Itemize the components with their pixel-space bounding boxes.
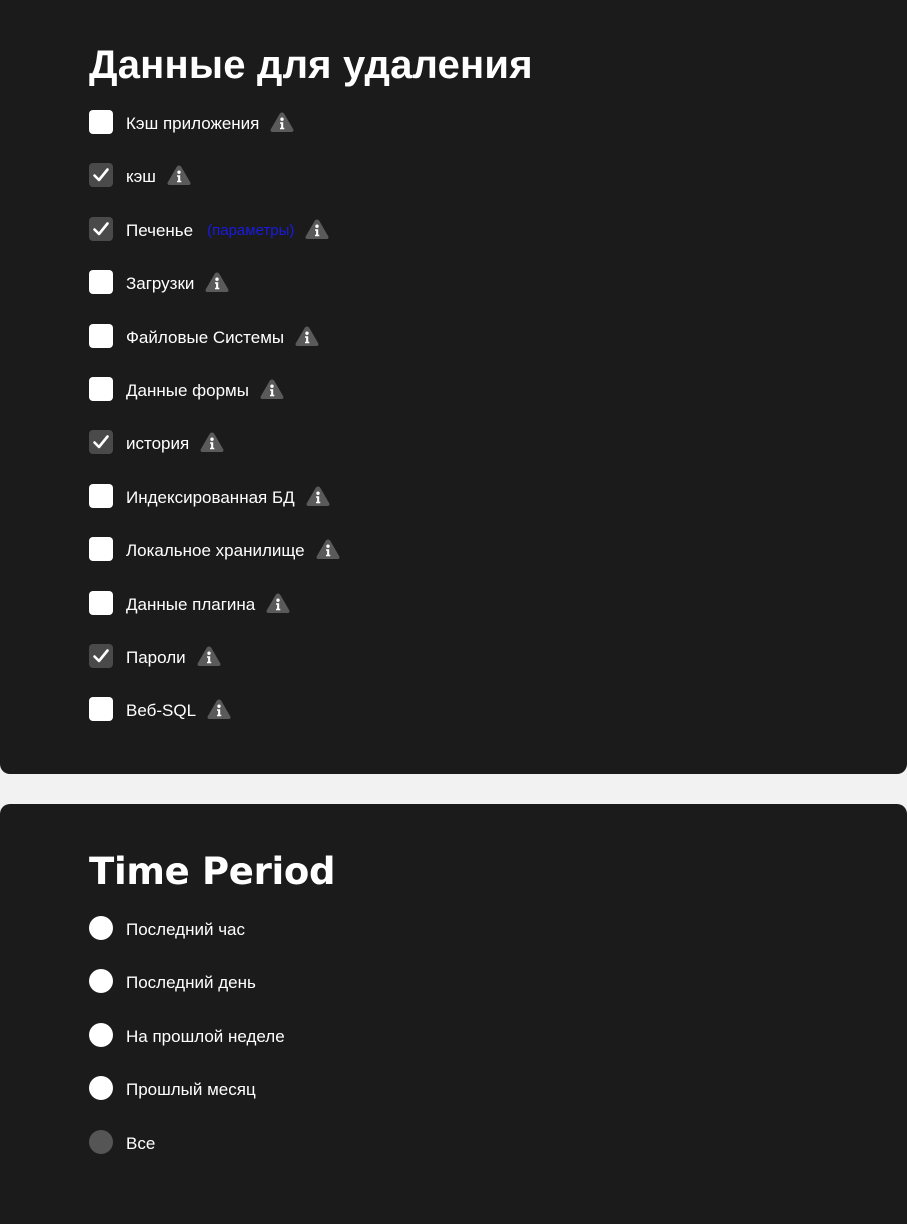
info-icon[interactable] bbox=[304, 218, 330, 240]
time-period-radio-list: Последний час Последний день На прошлой не… bbox=[89, 916, 285, 1183]
data-option-checkbox[interactable] bbox=[89, 430, 113, 455]
info-icon[interactable] bbox=[315, 538, 341, 560]
time-period-label[interactable]: Прошлый месяц bbox=[126, 1076, 256, 1104]
data-to-delete-title: Данные для удаления bbox=[89, 43, 533, 87]
time-period-panel: Time Period Последний час Последний день Н… bbox=[0, 804, 907, 1224]
time-period-title: Time Period bbox=[89, 850, 336, 893]
time-period-label[interactable]: Последний день bbox=[126, 969, 256, 997]
data-option-row: Данные формы bbox=[89, 376, 341, 430]
time-period-label[interactable]: Все bbox=[126, 1130, 155, 1158]
data-option-label[interactable]: Веб-SQL bbox=[126, 697, 196, 725]
data-option-checkbox[interactable] bbox=[89, 216, 113, 241]
data-option-checkbox[interactable] bbox=[89, 270, 113, 295]
info-icon[interactable] bbox=[294, 325, 320, 347]
cookie-settings-link[interactable]: (параметры) bbox=[207, 217, 294, 245]
data-option-label[interactable]: история bbox=[126, 430, 189, 458]
data-option-row: Файловые Системы bbox=[89, 323, 341, 377]
data-option-checkbox[interactable] bbox=[89, 483, 113, 508]
data-option-checkbox[interactable] bbox=[89, 323, 113, 348]
data-option-checkbox[interactable] bbox=[89, 643, 113, 668]
data-checkbox-list: Кэш приложения кэш Печенье (параметры) Загру… bbox=[89, 110, 341, 751]
info-icon[interactable] bbox=[206, 698, 232, 720]
data-option-row: кэш bbox=[89, 163, 341, 216]
time-period-option-row: Последний день bbox=[89, 969, 285, 1022]
time-period-radio[interactable] bbox=[89, 916, 113, 940]
time-period-label[interactable]: Последний час bbox=[126, 916, 245, 944]
data-option-row: Загрузки bbox=[89, 270, 341, 323]
data-option-checkbox[interactable] bbox=[89, 590, 113, 615]
info-icon[interactable] bbox=[269, 111, 295, 133]
time-period-option-row: Все bbox=[89, 1129, 285, 1183]
data-option-label[interactable]: Пароли bbox=[126, 644, 186, 672]
data-option-checkbox[interactable] bbox=[89, 163, 113, 188]
data-option-label[interactable]: кэш bbox=[126, 163, 156, 191]
time-period-label[interactable]: На прошлой неделе bbox=[126, 1023, 285, 1051]
checkmark-icon bbox=[93, 435, 109, 449]
checkmark-icon bbox=[93, 168, 109, 182]
time-period-option-row: На прошлой неделе bbox=[89, 1022, 285, 1076]
info-icon[interactable] bbox=[265, 592, 291, 614]
time-period-radio[interactable] bbox=[89, 1022, 113, 1047]
info-icon[interactable] bbox=[199, 431, 225, 453]
info-icon[interactable] bbox=[196, 645, 222, 667]
time-period-radio[interactable] bbox=[89, 969, 113, 994]
info-icon[interactable] bbox=[166, 164, 192, 186]
data-option-label[interactable]: Данные плагина bbox=[126, 591, 255, 619]
data-option-row: Локальное хранилище bbox=[89, 537, 341, 590]
data-option-label[interactable]: Индексированная БД bbox=[126, 484, 295, 512]
time-period-radio[interactable] bbox=[89, 1129, 113, 1154]
data-option-row: Данные плагина bbox=[89, 590, 341, 644]
time-period-option-row: Последний час bbox=[89, 916, 285, 969]
checkmark-icon bbox=[93, 221, 109, 236]
info-icon[interactable] bbox=[305, 485, 331, 507]
data-option-checkbox[interactable] bbox=[89, 537, 113, 562]
data-option-row: Печенье (параметры) bbox=[89, 216, 341, 270]
data-option-label[interactable]: Печенье bbox=[126, 217, 193, 245]
time-period-radio[interactable] bbox=[89, 1076, 113, 1101]
data-option-checkbox[interactable] bbox=[89, 376, 113, 401]
info-icon[interactable] bbox=[204, 271, 230, 293]
time-period-option-row: Прошлый месяц bbox=[89, 1076, 285, 1129]
data-option-row: Веб-SQL bbox=[89, 697, 341, 750]
data-option-row: история bbox=[89, 430, 341, 483]
data-option-label[interactable]: Загрузки bbox=[126, 270, 194, 298]
data-option-label[interactable]: Данные формы bbox=[126, 377, 249, 405]
data-option-row: Кэш приложения bbox=[89, 110, 341, 163]
data-option-checkbox[interactable] bbox=[89, 697, 113, 722]
data-option-label[interactable]: Локальное хранилище bbox=[126, 537, 305, 565]
data-option-row: Пароли bbox=[89, 643, 341, 697]
data-option-label[interactable]: Файловые Системы bbox=[126, 324, 284, 352]
info-icon[interactable] bbox=[259, 378, 285, 400]
data-option-checkbox[interactable] bbox=[89, 110, 113, 134]
data-to-delete-panel: Данные для удаления Кэш приложения кэш Печ… bbox=[0, 0, 907, 774]
data-option-row: Индексированная БД bbox=[89, 483, 341, 537]
data-option-label[interactable]: Кэш приложения bbox=[126, 110, 259, 138]
checkmark-icon bbox=[93, 649, 109, 663]
